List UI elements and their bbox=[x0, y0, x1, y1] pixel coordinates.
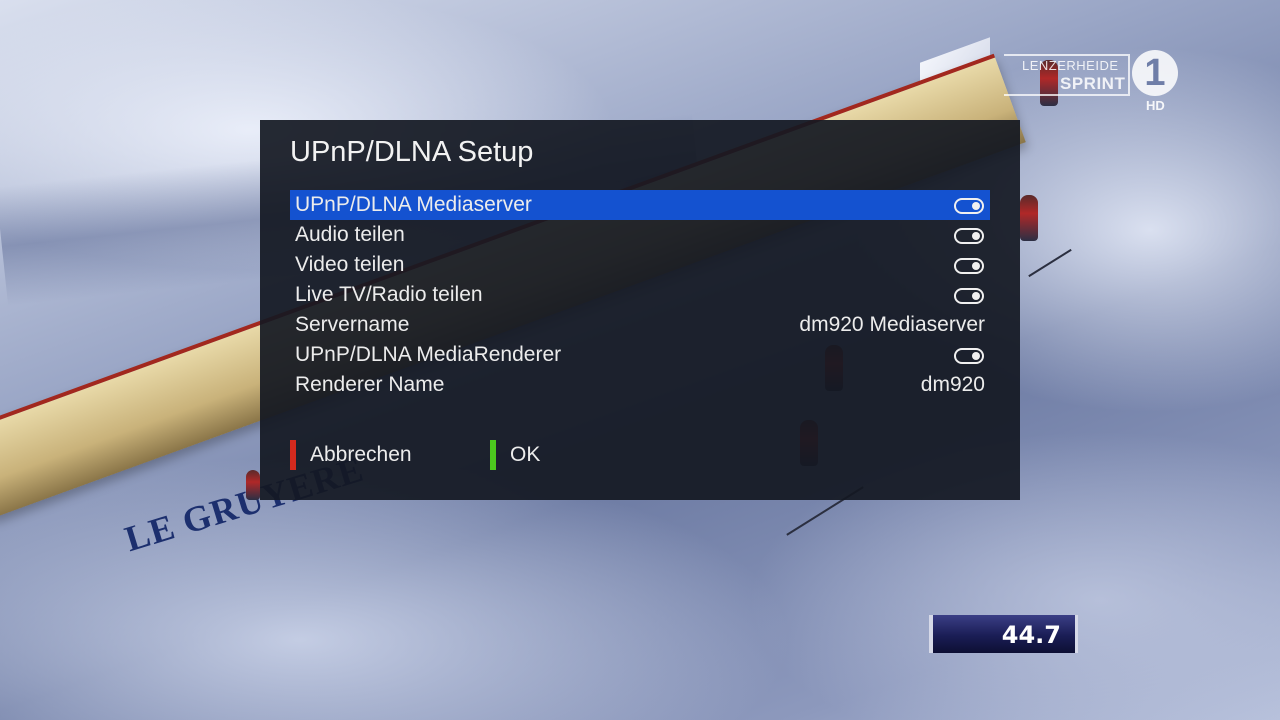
setting-value: dm920 bbox=[920, 373, 985, 396]
settings-list: UPnP/DLNA Mediaserver Audio teilen Video… bbox=[290, 190, 990, 400]
cancel-button-label: Abbrechen bbox=[310, 443, 412, 466]
toggle-knob bbox=[972, 292, 980, 300]
skier bbox=[1020, 195, 1038, 241]
setting-label: Renderer Name bbox=[295, 373, 445, 396]
toggle-knob bbox=[972, 232, 980, 240]
green-key-icon bbox=[490, 440, 496, 470]
setting-share-video[interactable]: Video teilen bbox=[290, 250, 990, 280]
toggle-knob bbox=[972, 202, 980, 210]
setting-label: Servername bbox=[295, 313, 410, 336]
event-label: LENZERHEIDE SPRINT bbox=[1004, 54, 1130, 96]
spectator bbox=[246, 470, 260, 500]
channel-logo: LENZERHEIDE SPRINT 1 HD bbox=[1004, 48, 1184, 118]
setting-servername[interactable]: Servername dm920 Mediaserver bbox=[290, 310, 990, 340]
toggle-knob bbox=[972, 262, 980, 270]
setting-label: UPnP/DLNA Mediaserver bbox=[295, 193, 532, 216]
hd-label: HD bbox=[1146, 98, 1165, 113]
ok-button-label: OK bbox=[510, 443, 541, 466]
toggle-switch-on[interactable] bbox=[954, 228, 984, 244]
red-key-icon bbox=[290, 440, 296, 470]
setting-renderer-name[interactable]: Renderer Name dm920 bbox=[290, 370, 990, 400]
toggle-knob bbox=[972, 352, 980, 360]
event-type: SPRINT bbox=[1060, 74, 1126, 93]
setting-label: Video teilen bbox=[295, 253, 405, 276]
toggle-switch-on[interactable] bbox=[954, 348, 984, 364]
dialog-title: UPnP/DLNA Setup bbox=[290, 136, 534, 168]
toggle-switch-on[interactable] bbox=[954, 288, 984, 304]
setting-label: Live TV/Radio teilen bbox=[295, 283, 483, 306]
timer-value: 44.7 bbox=[1001, 621, 1061, 649]
event-name: LENZERHEIDE bbox=[1022, 58, 1119, 73]
setting-label: Audio teilen bbox=[295, 223, 405, 246]
setting-label: UPnP/DLNA MediaRenderer bbox=[295, 343, 562, 366]
toggle-switch-on[interactable] bbox=[954, 258, 984, 274]
toggle-switch-on[interactable] bbox=[954, 198, 984, 214]
setting-share-audio[interactable]: Audio teilen bbox=[290, 220, 990, 250]
ard-logo-icon: 1 bbox=[1132, 50, 1178, 96]
setting-value: dm920 Mediaserver bbox=[799, 313, 985, 336]
race-timer: 44.7 bbox=[929, 615, 1078, 653]
upnp-dlna-setup-dialog: UPnP/DLNA Setup UPnP/DLNA Mediaserver Au… bbox=[260, 120, 1020, 500]
setting-mediaserver[interactable]: UPnP/DLNA Mediaserver bbox=[290, 190, 990, 220]
setting-share-live-tv-radio[interactable]: Live TV/Radio teilen bbox=[290, 280, 990, 310]
setting-mediarenderer[interactable]: UPnP/DLNA MediaRenderer bbox=[290, 340, 990, 370]
